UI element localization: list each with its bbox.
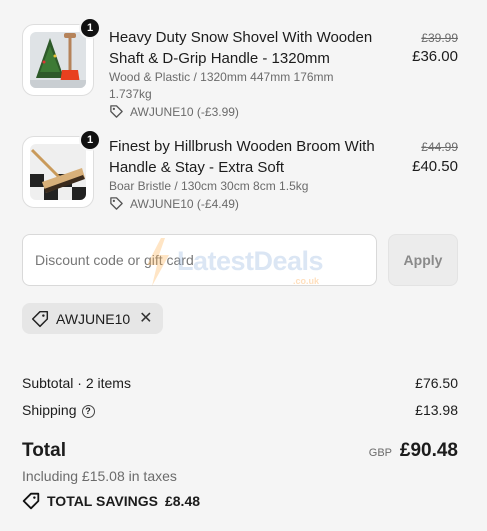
help-icon[interactable]: ? bbox=[81, 404, 95, 418]
savings-label: TOTAL SAVINGS bbox=[47, 493, 158, 509]
savings-value: £8.48 bbox=[164, 493, 201, 509]
applied-code-text: AWJUNE10 bbox=[56, 310, 131, 327]
shipping-label: Shipping bbox=[22, 402, 77, 418]
remove-code-icon[interactable]: ✕ bbox=[139, 310, 152, 327]
tag-icon bbox=[110, 197, 123, 210]
discount-code-input[interactable] bbox=[22, 234, 377, 286]
taxes-note: Including £15.08 in taxes bbox=[22, 468, 177, 484]
item-discount-text: AWJUNE10 (-£3.99) bbox=[130, 104, 239, 119]
product-thumbnail[interactable]: 1 bbox=[22, 17, 101, 96]
tag-icon bbox=[22, 492, 40, 510]
sale-price: £40.50 bbox=[412, 158, 458, 175]
original-price: £39.99 bbox=[421, 31, 458, 45]
subtotal-row: Subtotal · 2 items £76.50 bbox=[22, 375, 458, 391]
currency-code: GBP bbox=[368, 447, 392, 459]
product-name[interactable]: Heavy Duty Snow Shovel With Wooden Shaft… bbox=[109, 27, 394, 69]
apply-button[interactable]: Apply bbox=[388, 234, 458, 286]
shipping-row: Shipping? £13.98 bbox=[22, 402, 458, 418]
product-thumbnail[interactable]: 1 bbox=[22, 129, 101, 208]
original-price: £44.99 bbox=[421, 140, 458, 154]
item-discount-text: AWJUNE10 (-£4.49) bbox=[130, 196, 239, 211]
tag-icon bbox=[31, 310, 49, 327]
total-savings: TOTAL SAVINGS £8.48 bbox=[22, 492, 200, 510]
quantity-badge: 1 bbox=[79, 17, 101, 39]
subtotal-value: £76.50 bbox=[415, 375, 458, 391]
item-discount: AWJUNE10 (-£3.99) bbox=[109, 104, 239, 119]
product-name[interactable]: Finest by Hillbrush Wooden Broom With Ha… bbox=[109, 136, 394, 178]
snow-shovel-image bbox=[30, 32, 86, 88]
product-details: Boar Bristle / 130cm 30cm 8cm 1.5kg bbox=[109, 179, 309, 193]
sale-price: £36.00 bbox=[412, 48, 458, 65]
total-value: £90.48 bbox=[399, 440, 458, 461]
broom-image bbox=[30, 144, 86, 200]
tag-icon bbox=[110, 105, 123, 118]
product-details: Wood & Plastic / 1320mm 447mm 176mm 1.73… bbox=[109, 70, 334, 101]
quantity-badge: 1 bbox=[79, 129, 101, 151]
item-discount: AWJUNE10 (-£4.49) bbox=[109, 196, 239, 211]
subtotal-label: Subtotal · 2 items bbox=[22, 375, 131, 391]
shipping-value: £13.98 bbox=[415, 402, 458, 418]
applied-code-chip: AWJUNE10 ✕ bbox=[22, 303, 163, 334]
total-label: Total bbox=[22, 440, 66, 461]
